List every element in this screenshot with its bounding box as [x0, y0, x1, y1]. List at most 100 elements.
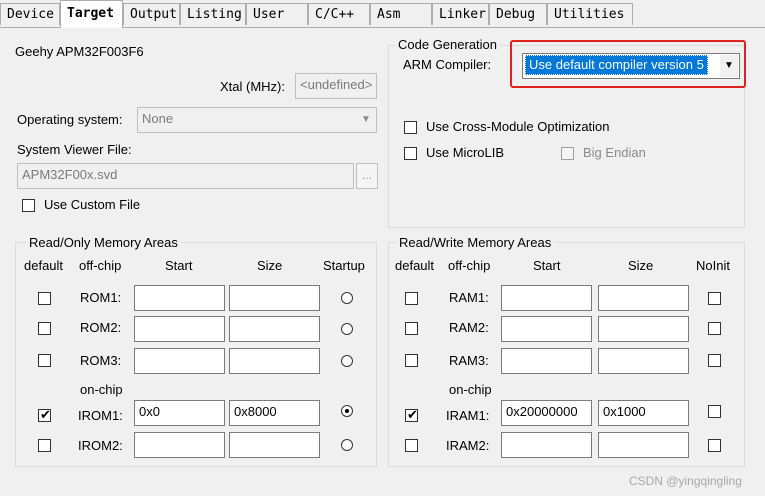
big-endian-checkbox[interactable] [561, 147, 574, 160]
arm-compiler-select[interactable]: Use default compiler version 5 ▼ [522, 53, 740, 79]
iram1-default-checkbox[interactable]: ✔ [405, 407, 418, 422]
irom1-start-field[interactable]: 0x0 [134, 400, 225, 426]
ram3-start-field[interactable] [501, 348, 592, 374]
rom3-start-field[interactable] [134, 348, 225, 374]
rom1-label: ROM1: [80, 290, 122, 305]
iram1-noinit-checkbox[interactable] [708, 405, 721, 418]
tab-target[interactable]: Target [60, 0, 123, 28]
rom3-startup-radio[interactable] [341, 355, 353, 367]
rom3-default-checkbox[interactable] [38, 354, 51, 367]
tab-user[interactable]: User [246, 3, 308, 25]
ro-header-default: default [24, 258, 64, 273]
os-select-value: None [142, 111, 174, 126]
xtal-field[interactable]: <undefined> [295, 73, 377, 99]
ram2-start-field[interactable] [501, 316, 592, 342]
tab-asm[interactable]: Asm [370, 3, 432, 25]
rom2-start-field[interactable] [134, 316, 225, 342]
iram2-size-field[interactable] [598, 432, 689, 458]
rw-memory-title: Read/Write Memory Areas [396, 235, 555, 250]
rom3-label: ROM3: [80, 353, 122, 368]
cross-module-checkbox[interactable] [404, 121, 417, 134]
ro-header-startup: Startup [323, 258, 365, 273]
rw-header-start: Start [533, 258, 561, 273]
irom1-size-field[interactable]: 0x8000 [229, 400, 320, 426]
rom1-startup-radio[interactable] [341, 292, 353, 304]
tab-cpp[interactable]: C/C++ [308, 3, 370, 25]
rw-header-size: Size [628, 258, 654, 273]
rom2-size-field[interactable] [229, 316, 320, 342]
rw-onchip-label: on-chip [449, 382, 492, 397]
ram2-noinit-checkbox[interactable] [708, 322, 721, 335]
code-generation-title: Code Generation [395, 37, 501, 52]
chevron-down-icon[interactable]: ▼ [720, 55, 738, 77]
iram2-start-field[interactable] [501, 432, 592, 458]
ro-onchip-label: on-chip [80, 382, 123, 397]
ram3-default-checkbox[interactable] [405, 354, 418, 367]
tab-output[interactable]: Output [123, 3, 180, 25]
iram1-size-field[interactable]: 0x1000 [598, 400, 689, 426]
ram3-noinit-checkbox[interactable] [708, 354, 721, 367]
tab-device[interactable]: Device [0, 3, 60, 25]
ram1-start-field[interactable] [501, 285, 592, 311]
ram2-size-field[interactable] [598, 316, 689, 342]
cross-module-label: Use Cross-Module Optimization [426, 119, 610, 134]
rw-header-noinit: NoInit [696, 258, 730, 273]
iram1-start-field[interactable]: 0x20000000 [501, 400, 592, 426]
iram2-default-checkbox[interactable] [405, 439, 418, 452]
rom1-default-checkbox[interactable] [38, 292, 51, 305]
rw-header-default: default [395, 258, 435, 273]
arm-compiler-label: ARM Compiler: [403, 57, 492, 72]
device-name: Geehy APM32F003F6 [15, 44, 144, 59]
irom2-start-field[interactable] [134, 432, 225, 458]
custom-file-checkbox[interactable] [22, 199, 35, 212]
svf-browse-button[interactable]: ... [356, 163, 378, 189]
rom1-start-field[interactable] [134, 285, 225, 311]
ro-header-offchip: off-chip [79, 258, 122, 273]
irom1-startup-radio[interactable] [341, 405, 353, 417]
rw-header-offchip: off-chip [448, 258, 491, 273]
checkmark-icon: ✔ [407, 407, 418, 422]
microlib-label: Use MicroLIB [426, 145, 505, 160]
ro-memory-title: Read/Only Memory Areas [26, 235, 181, 250]
checkmark-icon: ✔ [40, 407, 51, 422]
rom2-label: ROM2: [80, 320, 122, 335]
ram3-size-field[interactable] [598, 348, 689, 374]
os-select[interactable]: None ▼ [137, 107, 377, 133]
ram3-label: RAM3: [449, 353, 489, 368]
iram1-label: IRAM1: [446, 408, 490, 423]
tab-linker[interactable]: Linker [432, 3, 489, 25]
chevron-down-icon: ▼ [357, 109, 375, 131]
ram2-label: RAM2: [449, 320, 489, 335]
ram1-default-checkbox[interactable] [405, 292, 418, 305]
ram1-noinit-checkbox[interactable] [708, 292, 721, 305]
watermark: CSDN @yingqingling [629, 474, 742, 488]
iram2-noinit-checkbox[interactable] [708, 439, 721, 452]
rom2-default-checkbox[interactable] [38, 322, 51, 335]
custom-file-label: Use Custom File [44, 197, 141, 212]
tab-utilities[interactable]: Utilities [547, 3, 633, 25]
tab-bar: Device Target Output Listing User C/C++ … [0, 0, 765, 28]
big-endian-label: Big Endian [583, 145, 646, 160]
ram2-default-checkbox[interactable] [405, 322, 418, 335]
ram1-size-field[interactable] [598, 285, 689, 311]
tab-debug[interactable]: Debug [489, 3, 547, 25]
microlib-checkbox[interactable] [404, 147, 417, 160]
irom2-startup-radio[interactable] [341, 439, 353, 451]
os-label: Operating system: [17, 112, 123, 127]
xtal-label: Xtal (MHz): [220, 79, 285, 94]
radio-selected-dot-icon [345, 409, 349, 413]
svf-field[interactable]: APM32F00x.svd [17, 163, 354, 189]
ram1-label: RAM1: [449, 290, 489, 305]
irom1-default-checkbox[interactable]: ✔ [38, 407, 51, 422]
rom3-size-field[interactable] [229, 348, 320, 374]
irom1-label: IROM1: [78, 408, 123, 423]
rom2-startup-radio[interactable] [341, 323, 353, 335]
irom2-default-checkbox[interactable] [38, 439, 51, 452]
irom2-size-field[interactable] [229, 432, 320, 458]
iram2-label: IRAM2: [446, 438, 490, 453]
ro-header-start: Start [165, 258, 193, 273]
irom2-label: IROM2: [78, 438, 123, 453]
ro-header-size: Size [257, 258, 283, 273]
rom1-size-field[interactable] [229, 285, 320, 311]
tab-listing[interactable]: Listing [180, 3, 246, 25]
